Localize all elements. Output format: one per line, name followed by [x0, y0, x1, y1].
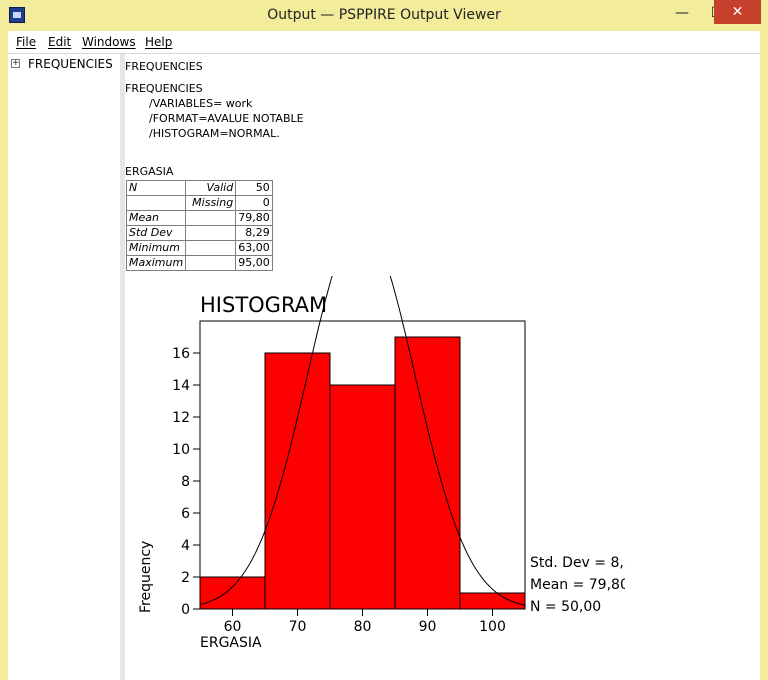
y-tick-label: 12: [172, 410, 190, 426]
outline-tree: + FREQUENCIES: [8, 54, 120, 680]
y-tick-label: 6: [181, 506, 190, 522]
stat-label: [125, 195, 187, 211]
histogram-bar: [329, 384, 396, 610]
stat-annotation: Std. Dev = 8,29: [530, 555, 625, 571]
output-pane: FREQUENCIES FREQUENCIES /VARIABLES= work…: [125, 54, 760, 680]
stat-annotation: N = 50,00: [530, 599, 601, 615]
table-row: Std Dev 8,29: [125, 225, 273, 241]
y-tick-label: 0: [181, 602, 190, 618]
histogram-bar: [199, 576, 266, 610]
menu-edit[interactable]: Edit: [48, 35, 71, 49]
x-tick-label: 70: [289, 619, 307, 635]
menu-file[interactable]: File: [16, 35, 36, 49]
stat-value: 95,00: [235, 255, 273, 271]
table-row: Minimum 63,00: [125, 240, 273, 256]
syntax-line: /HISTOGRAM=NORMAL.: [149, 127, 280, 140]
x-axis-label: ERGASIA: [200, 635, 262, 651]
menu-windows[interactable]: Windows: [82, 35, 136, 49]
table-title: ERGASIA: [125, 165, 174, 178]
stat-value: 50: [235, 180, 273, 196]
menu-help[interactable]: Help: [145, 35, 172, 49]
table-row: N Valid 50: [125, 180, 273, 196]
statistics-table: N Valid 50 Missing 0 Mean 79,80 Std Dev …: [125, 180, 273, 271]
stat-sublabel: Missing: [185, 195, 237, 211]
x-tick-label: 60: [224, 619, 242, 635]
close-button[interactable]: ✕: [714, 0, 761, 24]
stat-value: 79,80: [235, 210, 273, 226]
stat-sublabel: Valid: [185, 180, 237, 196]
menu-bar: File Edit Windows Help: [8, 31, 760, 54]
stat-sublabel: [185, 225, 237, 241]
histogram-bar: [394, 336, 461, 610]
stat-value: 8,29: [235, 225, 273, 241]
stat-sublabel: [185, 240, 237, 256]
expand-icon[interactable]: +: [11, 59, 20, 68]
stat-label: Std Dev: [125, 225, 187, 241]
y-tick-label: 8: [181, 474, 190, 490]
x-tick-label: 90: [419, 619, 437, 635]
stat-value: 0: [235, 195, 273, 211]
stat-sublabel: [185, 255, 237, 271]
histogram-bar: [264, 352, 331, 610]
y-axis-label: Frequency: [138, 541, 154, 613]
syntax-line: /VARIABLES= work: [149, 97, 253, 110]
syntax-line: /FORMAT=AVALUE NOTABLE: [149, 112, 304, 125]
stat-value: 63,00: [235, 240, 273, 256]
y-tick-label: 16: [172, 346, 190, 362]
y-tick-label: 14: [172, 378, 190, 394]
histogram-bar: [459, 592, 526, 610]
stat-label: Mean: [125, 210, 187, 226]
x-tick-label: 80: [354, 619, 372, 635]
window-frame-left: [0, 31, 8, 680]
stat-label: N: [125, 180, 187, 196]
table-row: Maximum 95,00: [125, 255, 273, 271]
y-tick-label: 4: [181, 538, 190, 554]
tree-item-frequencies[interactable]: FREQUENCIES: [28, 57, 113, 71]
window-frame-right: [760, 31, 768, 680]
y-tick-label: 10: [172, 442, 190, 458]
table-row: Missing 0: [125, 195, 273, 211]
title-bar: Output — PSPPIRE Output Viewer — ☐ ✕: [0, 0, 768, 31]
histogram-chart: HISTOGRAM ERGASIA Frequency 0 2 4 6 8 10 12 14 1…: [138, 276, 625, 651]
chart-title: HISTOGRAM: [200, 293, 327, 317]
output-heading: FREQUENCIES: [125, 60, 203, 73]
x-tick-label: 100: [479, 619, 506, 635]
stat-label: Maximum: [125, 255, 187, 271]
table-row: Mean 79,80: [125, 210, 273, 226]
stat-annotation: Mean = 79,80: [530, 577, 625, 593]
y-tick-label: 2: [181, 570, 190, 586]
syntax-line: FREQUENCIES: [125, 82, 203, 95]
stat-label: Minimum: [125, 240, 187, 256]
stat-sublabel: [185, 210, 237, 226]
window-title: Output — PSPPIRE Output Viewer: [267, 7, 501, 23]
